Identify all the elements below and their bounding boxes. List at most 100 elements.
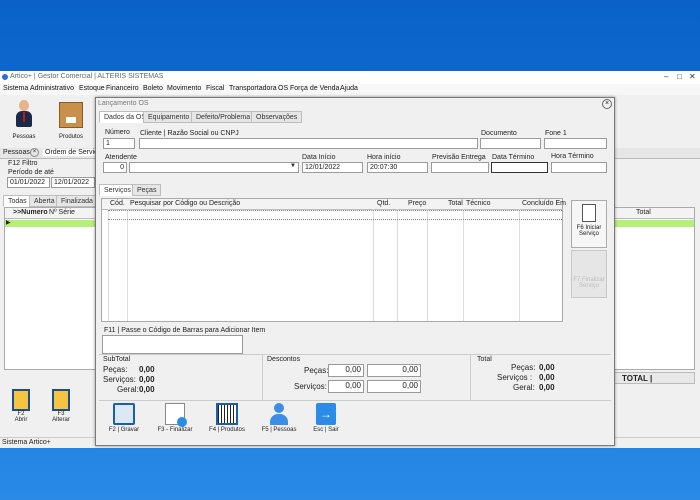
menu-fiscal[interactable]: Fiscal [206,85,224,92]
person-icon [15,100,33,128]
grid-header-serie[interactable]: Nº Série [49,209,75,216]
col-pesquisar[interactable]: Pesquisar por Código ou Descrição [130,200,240,207]
grid-current-row[interactable] [108,210,562,220]
tab-equipamento[interactable]: Equipamento [143,111,195,123]
sair-button[interactable]: → Esc | Sair [309,403,343,433]
grid-selected-row[interactable] [5,220,95,227]
documento-input[interactable] [480,138,541,149]
desc-servicos-label: Serviços: [294,382,327,391]
bg-bottom-buttons: F2 Abrir F3 Alterar [0,383,95,433]
grid-header-total[interactable]: Total [636,209,651,216]
box-icon [59,102,83,128]
produtos-tool-button[interactable]: Produtos [55,100,87,145]
total-label: TOTAL | [622,374,653,383]
previsao-input[interactable] [431,162,489,173]
hora-inicio-label: Hora início [367,154,401,161]
pessoas-button[interactable]: F5 | Pessoas [259,403,299,433]
col-cod[interactable]: Cód. [110,200,125,207]
fone-label: Fone 1 [545,130,567,137]
app-icon [2,74,8,80]
menu-os[interactable]: OS [278,85,288,92]
col-total[interactable]: Total [448,200,463,207]
tab-defeito[interactable]: Defeito/Problema [191,111,256,123]
finalizar-servico-button[interactable]: F7 Finalizar Serviço [571,250,607,298]
bg-grid-right: Total [613,207,695,370]
desc-pecas-input-a[interactable]: 0,00 [328,364,364,377]
data-inicio-input[interactable]: 12/01/2022 [302,162,363,173]
col-preco[interactable]: Preço [408,200,426,207]
desc-pecas-label: Peças: [304,366,329,375]
menu-forca-venda[interactable]: Força de Venda [290,85,339,92]
menu-administrativo[interactable]: Administrativo [30,85,74,92]
barcode-icon [216,403,238,425]
col-concluido[interactable]: Concluído Em [522,200,566,207]
total-pecas-label: Peças: [511,363,536,372]
menu-ajuda[interactable]: Ajuda [340,85,358,92]
atendente-code-input[interactable]: 0 [103,162,127,173]
pessoas-tool-button[interactable]: Pessoas [8,100,40,145]
menu-transportadora[interactable]: Transportadora [229,85,277,92]
iniciar-servico-button[interactable]: F6 Iniciar Serviço [571,200,607,248]
menu-movimento[interactable]: Movimento [167,85,201,92]
filter-label: F12 Filtro [8,160,38,167]
dialog-title: Lançamento OS [98,100,149,107]
subtotal-title: SubTotal [103,356,131,363]
produtos-button[interactable]: F4 | Produtos [206,403,248,433]
gravar-button[interactable]: F2 | Gravar [106,403,142,433]
desc-servicos-input-a[interactable]: 0,00 [328,380,364,393]
abrir-button[interactable]: F2 Abrir [8,389,34,423]
folder-icon [12,389,30,411]
minimize-icon[interactable]: – [664,72,668,81]
menu-estoque[interactable]: Estoque [79,85,105,92]
date-to-input[interactable]: 12/01/2022 [51,177,95,188]
col-tecnico[interactable]: Técnico [466,200,491,207]
previsao-label: Previsão Entrega [432,154,486,161]
subtab-servicos[interactable]: Serviços [99,184,136,196]
hora-inicio-input[interactable]: 20:07:30 [367,162,428,173]
documento-label: Documento [481,130,517,137]
menu-sistema[interactable]: Sistema [3,85,28,92]
save-icon [113,403,135,425]
total-servicos-value: 0,00 [539,373,555,382]
date-from-input[interactable]: 01/01/2022 [7,177,50,188]
data-termino-input[interactable] [491,162,548,173]
total-pecas-value: 0,00 [539,363,555,372]
tab-pessoas[interactable]: Pessoas [3,149,30,156]
tab-observacoes[interactable]: Observações [251,111,303,123]
col-qtd[interactable]: Qtd. [377,200,390,207]
lancamento-os-dialog: Lançamento OS × Dados da OS Equipamento … [95,97,615,446]
barcode-label: F11 | Passe o Código de Barras para Adic… [104,327,266,334]
desc-servicos-input-b[interactable]: 0,00 [367,380,421,393]
grid-selected-row-right [614,220,694,227]
status-tab-finalizada[interactable]: Finalizada [56,195,98,207]
alterar-button[interactable]: F3 Alterar [48,389,74,423]
numero-input[interactable]: 1 [103,138,135,149]
produtos-label: Produtos [58,134,83,140]
status-tab-todas[interactable]: Todas [3,195,32,207]
window-title: Artico+ | Gestor Comercial | ALTERIS SIS… [10,73,164,80]
person-icon [269,403,289,425]
total-geral-label: Geral: [513,383,535,392]
dropdown-arrow-icon[interactable]: ▼ [290,163,296,169]
subtotal-servicos-label: Serviços: [103,375,136,384]
maximize-icon[interactable]: □ [677,72,682,81]
finalizar-button[interactable]: F3 - Finalizar [156,403,194,433]
grid-header-numero[interactable]: >>Numero [13,209,48,216]
fone-input[interactable] [544,138,607,149]
menu-boleto[interactable]: Boleto [143,85,163,92]
tab-pessoas-close-icon[interactable]: × [30,148,39,157]
atendente-select[interactable] [129,162,299,173]
subtab-pecas[interactable]: Peças [132,184,162,196]
clipboard-icon [582,204,596,222]
cliente-input[interactable] [139,138,478,149]
close-icon[interactable]: ✕ [689,72,696,81]
menu-financeiro[interactable]: Financeiro [106,85,139,92]
dialog-close-icon[interactable]: × [602,99,612,109]
subtotal-geral-label: Geral: [117,385,139,394]
atendente-label: Atendente [105,154,137,161]
barcode-input[interactable] [102,335,243,354]
desc-pecas-input-b[interactable]: 0,00 [367,364,421,377]
hora-termino-label: Hora Término [551,153,594,160]
total-bar: TOTAL | [613,372,695,384]
hora-termino-input[interactable] [551,162,607,173]
